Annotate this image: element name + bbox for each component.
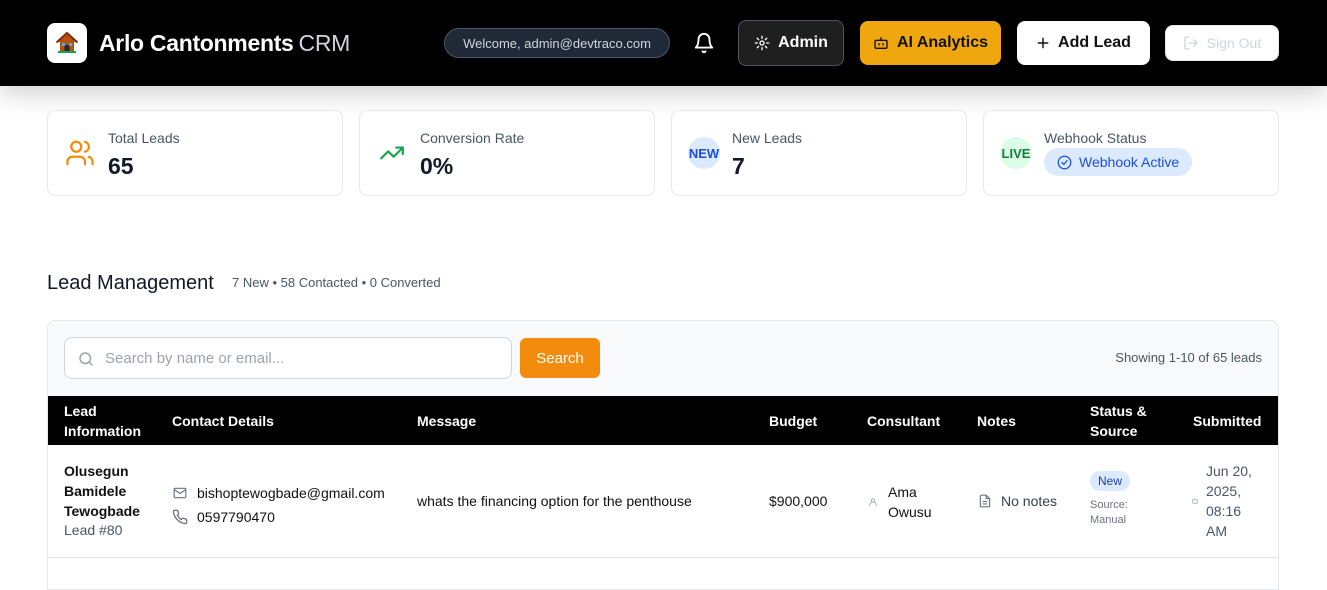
bot-icon bbox=[874, 37, 888, 49]
user-icon bbox=[869, 498, 877, 506]
section-title: Lead Management bbox=[47, 272, 214, 294]
lead-message: whats the financing option for the penth… bbox=[417, 493, 692, 509]
brand[interactable]: Arlo Cantonments CRM bbox=[47, 23, 350, 63]
submitted-line2: 2025, bbox=[1206, 483, 1242, 499]
col-lead-information[interactable]: Lead Information bbox=[64, 401, 141, 441]
col-status-line1: Status & bbox=[1090, 403, 1147, 419]
section-summary: 7 New • 58 Contacted • 0 Converted bbox=[232, 275, 441, 290]
contact-email[interactable]: bishoptewogbade@gmail.com bbox=[197, 481, 385, 505]
search-button[interactable]: Search bbox=[520, 338, 600, 378]
new-badge-icon: NEW bbox=[688, 137, 720, 169]
lead-notes[interactable]: No notes bbox=[978, 493, 1057, 509]
contact-details: bishoptewogbade@gmail.com 0597790470 bbox=[172, 481, 385, 529]
new-leads-label: New Leads bbox=[732, 130, 803, 146]
users-icon bbox=[64, 137, 96, 169]
mail-icon bbox=[173, 487, 187, 499]
webhook-status-card: LIVE Webhook Status Webhook Active bbox=[983, 110, 1279, 196]
trending-up-icon bbox=[376, 137, 408, 169]
submitted-line1: Jun 20, bbox=[1206, 463, 1252, 479]
top-navigation-bar: Arlo Cantonments CRM Welcome, admin@devtr… bbox=[0, 0, 1327, 86]
new-badge: NEW bbox=[688, 137, 720, 169]
calendar-icon bbox=[1192, 498, 1198, 504]
consultant-last: Owusu bbox=[888, 504, 932, 520]
new-leads-value: 7 bbox=[732, 153, 745, 179]
sign-out-label: Sign Out bbox=[1206, 35, 1262, 51]
gear-icon bbox=[754, 35, 770, 51]
col-status-line2: Source bbox=[1090, 423, 1138, 439]
search-box[interactable] bbox=[64, 337, 512, 379]
ai-analytics-label: AI Analytics bbox=[897, 34, 988, 51]
lead-name: Olusegun Bamidele Tewogbade bbox=[64, 461, 164, 521]
add-lead-button[interactable]: Add Lead bbox=[1017, 21, 1150, 65]
new-leads-card: NEW New Leads 7 bbox=[671, 110, 967, 196]
lead-submitted: Jun 20, 2025, 08:16 AM bbox=[1192, 461, 1252, 541]
house-logo-icon bbox=[47, 23, 87, 63]
conversion-rate-value: 0% bbox=[420, 153, 454, 179]
submitted-line4: AM bbox=[1206, 523, 1227, 539]
live-badge-icon: LIVE bbox=[1000, 137, 1032, 169]
col-notes[interactable]: Notes bbox=[977, 411, 1016, 431]
sign-out-button[interactable]: Sign Out bbox=[1165, 25, 1279, 61]
table-row[interactable]: Olusegun Bamidele Tewogbade Lead #80 bis… bbox=[48, 445, 1278, 558]
check-circle-icon bbox=[1057, 155, 1072, 169]
lead-status: New Source: Manual bbox=[1090, 471, 1131, 528]
phone-icon bbox=[172, 509, 188, 525]
lead-name-first: Olusegun bbox=[64, 463, 129, 479]
table-row[interactable] bbox=[48, 559, 1278, 589]
webhook-status-text: Webhook Active bbox=[1079, 154, 1180, 170]
logout-icon bbox=[1184, 36, 1198, 50]
live-badge: LIVE bbox=[1000, 137, 1032, 169]
col-message[interactable]: Message bbox=[417, 411, 476, 431]
col-consultant[interactable]: Consultant bbox=[867, 411, 940, 431]
notes-text: No notes bbox=[1001, 493, 1058, 509]
pagination-summary: Showing 1-10 of 65 leads bbox=[1115, 350, 1262, 365]
lead-source: Source: Manual bbox=[1090, 498, 1130, 528]
admin-label: Admin bbox=[778, 34, 828, 51]
webhook-status-label: Webhook Status bbox=[1044, 130, 1147, 146]
col-status-source[interactable]: Status & Source bbox=[1090, 401, 1147, 441]
admin-button[interactable]: Admin bbox=[738, 20, 844, 66]
document-icon bbox=[979, 494, 991, 508]
lead-consultant: Ama Owusu bbox=[868, 482, 932, 522]
col-budget[interactable]: Budget bbox=[769, 411, 817, 431]
lead-id: Lead #80 bbox=[64, 522, 123, 538]
add-lead-label: Add Lead bbox=[1058, 34, 1131, 51]
source-label: Source: bbox=[1090, 499, 1128, 511]
total-leads-card: Total Leads 65 bbox=[47, 110, 343, 196]
plus-icon bbox=[1037, 37, 1049, 49]
ai-analytics-button[interactable]: AI Analytics bbox=[860, 21, 1001, 65]
col-lead-line1: Lead bbox=[64, 403, 97, 419]
col-contact-details[interactable]: Contact Details bbox=[172, 411, 274, 431]
total-leads-value: 65 bbox=[108, 153, 134, 179]
brand-name: Arlo Cantonments bbox=[99, 29, 294, 56]
lead-budget: $900,000 bbox=[769, 493, 828, 509]
table-header: Lead Information Contact Details Message … bbox=[48, 396, 1278, 445]
brand-suffix: CRM bbox=[298, 29, 351, 56]
conversion-rate-card: Conversion Rate 0% bbox=[359, 110, 655, 196]
leads-table-panel: Search Showing 1-10 of 65 leads Lead Info… bbox=[47, 320, 1279, 590]
lead-name-last: Tewogbade bbox=[64, 503, 140, 519]
source-value: Manual bbox=[1090, 514, 1127, 526]
bell-icon[interactable] bbox=[693, 31, 715, 55]
search-icon bbox=[77, 350, 95, 373]
col-submitted[interactable]: Submitted bbox=[1193, 411, 1261, 431]
lead-name-middle: Bamidele bbox=[64, 483, 127, 499]
consultant-first: Ama bbox=[888, 484, 917, 500]
welcome-badge: Welcome, admin@devtraco.com bbox=[444, 28, 670, 58]
conversion-rate-label: Conversion Rate bbox=[420, 130, 525, 146]
status-badge[interactable]: New bbox=[1090, 471, 1131, 491]
brand-title: Arlo Cantonments CRM bbox=[99, 30, 350, 57]
search-input[interactable] bbox=[105, 338, 505, 378]
col-lead-line2: Information bbox=[64, 423, 141, 439]
total-leads-label: Total Leads bbox=[108, 130, 180, 146]
webhook-active-badge: Webhook Active bbox=[1044, 148, 1193, 176]
submitted-line3: 08:16 bbox=[1206, 503, 1242, 519]
contact-phone[interactable]: 0597790470 bbox=[197, 505, 275, 529]
